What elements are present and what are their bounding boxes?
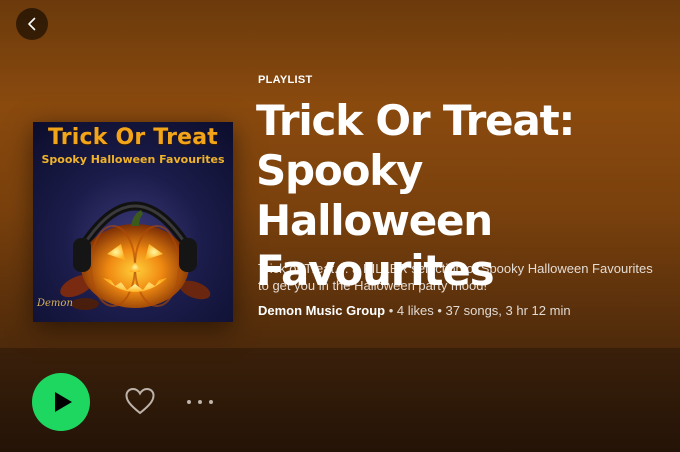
cover-title: Trick Or Treat [47, 125, 219, 150]
chevron-left-icon [28, 17, 36, 31]
playlist-meta: Demon Music Group • 4 likes • 37 songs, … [258, 303, 571, 318]
action-bar-background [0, 348, 680, 452]
play-icon [55, 392, 72, 412]
meta-separator: • [433, 303, 446, 318]
more-options-button[interactable] [184, 392, 216, 412]
playlist-owner-link[interactable]: Demon Music Group [258, 303, 385, 318]
meta-separator: • [385, 303, 397, 318]
more-dots-icon [198, 400, 202, 404]
back-button[interactable] [16, 8, 48, 40]
playlist-likes: 4 likes [396, 303, 434, 318]
playlist-type-label: PLAYLIST [258, 74, 313, 86]
playlist-description: Trick or Treat.... a KILLER selection of… [258, 261, 653, 293]
more-dots-icon [187, 400, 191, 404]
cover-subtitle: Spooky Halloween Favourites [41, 153, 225, 166]
like-button[interactable] [124, 386, 156, 416]
playlist-songs-duration: 37 songs, 3 hr 12 min [445, 303, 571, 318]
jack-o-lantern-icon [60, 201, 211, 310]
play-button[interactable] [32, 373, 90, 431]
heart-icon [125, 387, 155, 415]
playlist-cover-art: Trick Or Treat Spooky Halloween Favourit… [33, 122, 233, 322]
publisher-logo: Demon [37, 298, 73, 309]
more-dots-icon [209, 400, 213, 404]
